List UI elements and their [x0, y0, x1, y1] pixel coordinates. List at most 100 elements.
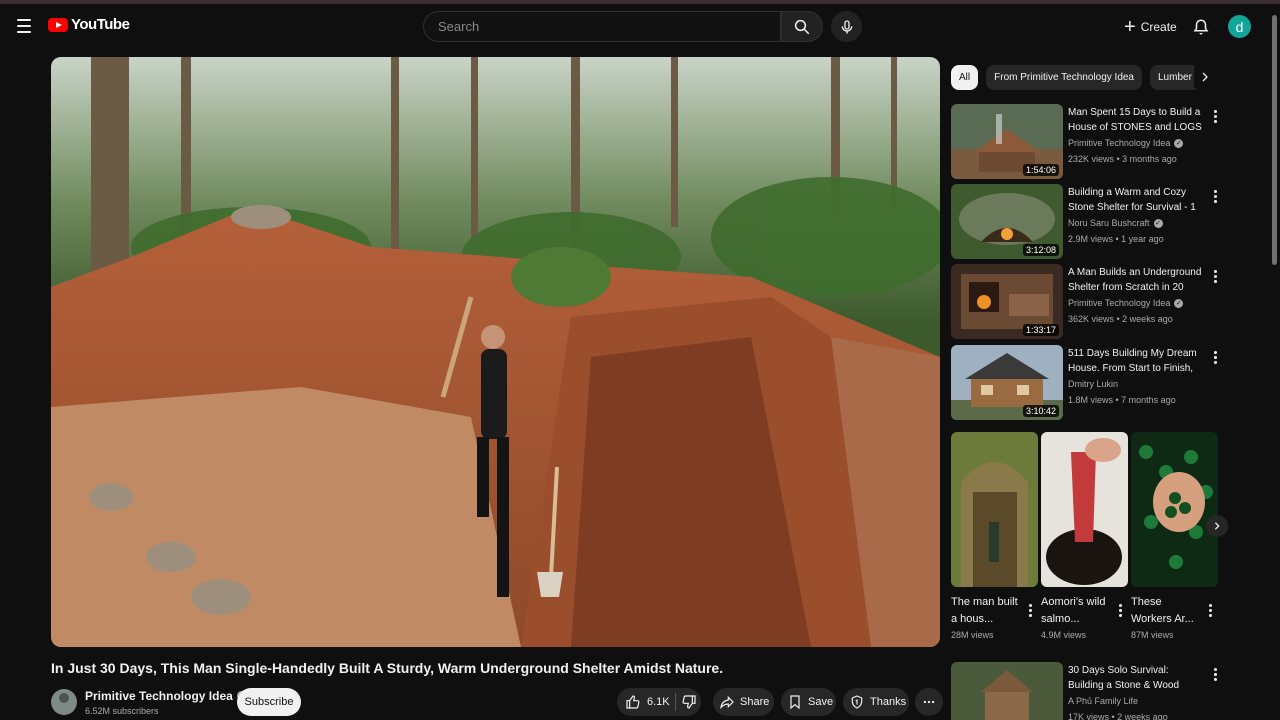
more-vertical-icon[interactable]: [1204, 602, 1216, 618]
youtube-play-icon: [48, 17, 68, 32]
search-icon: [794, 19, 810, 34]
short-item[interactable]: The man built a hous... 28M views: [951, 432, 1038, 640]
recommendation-channel: Primitive Technology Idea ✓: [1068, 298, 1184, 308]
recommendation-meta: 17K views • 2 weeks ago: [1068, 712, 1168, 720]
recommendation-channel: A Phủ Family Life: [1068, 696, 1138, 706]
recommendation-title: 30 Days Solo Survival: Building a Stone …: [1068, 665, 1180, 691]
more-vertical-icon[interactable]: [1208, 665, 1221, 683]
share-icon: [720, 695, 734, 710]
search-box: [423, 11, 781, 42]
duration-badge: 1:54:06: [1022, 164, 1059, 176]
masthead: YouTube + Create d: [0, 4, 1280, 50]
more-vertical-icon[interactable]: [1114, 602, 1126, 618]
more-horizontal-icon: [923, 700, 935, 704]
short-thumbnail: [951, 432, 1038, 587]
video-thumbnail: 1:33:17: [951, 264, 1063, 339]
create-label: Create: [1140, 20, 1177, 34]
share-label: Share: [740, 696, 770, 708]
channel-avatar[interactable]: [51, 689, 77, 715]
page-scrollbar[interactable]: [1272, 15, 1277, 265]
recommendation-title: Building a Warm and Cozy Stone Shelter f…: [1068, 187, 1196, 213]
channel-name: Primitive Technology Idea: [1068, 138, 1171, 148]
short-title: Aomori's wild salmo...: [1041, 596, 1106, 625]
recommendation-item[interactable]: 30 Days Solo Survival: Building a Stone …: [951, 662, 1221, 720]
recommendation-title: A Man Builds an Underground Shelter from…: [1068, 267, 1202, 293]
recommendation-item[interactable]: 1:33:17 A Man Builds an Underground Shel…: [951, 264, 1221, 340]
voice-search-button[interactable]: [831, 11, 862, 42]
search-input[interactable]: [438, 19, 780, 34]
channel-name: Dmitry Lukin: [1068, 379, 1119, 389]
notifications-button[interactable]: [1189, 15, 1213, 39]
short-title: These Workers Ar...: [1131, 596, 1194, 625]
recommendation-title: Man Spent 15 Days to Build a House of ST…: [1068, 107, 1202, 133]
channel-name: Noru Saru Bushcraft: [1068, 218, 1150, 228]
channel-name: Primitive Technology Idea: [1068, 298, 1171, 308]
more-vertical-icon[interactable]: [1208, 348, 1222, 366]
video-thumbnail: [951, 662, 1063, 720]
thanks-label: Thanks: [870, 696, 907, 708]
recommendation-meta: 232K views • 3 months ago: [1068, 154, 1177, 164]
short-item[interactable]: Aomori's wild salmo... 4.9M views: [1041, 432, 1128, 640]
related-chips: All From Primitive Technology Idea Lumbe…: [951, 64, 1219, 90]
recommendation-meta: 1.8M views • 7 months ago: [1068, 395, 1176, 405]
bookmark-icon: [790, 695, 800, 710]
more-vertical-icon[interactable]: [1208, 187, 1222, 205]
recommendation-meta: 2.9M views • 1 year ago: [1068, 234, 1164, 244]
more-actions-button[interactable]: [915, 688, 943, 716]
video-thumbnail: 1:54:06: [951, 104, 1063, 179]
duration-badge: 3:12:08: [1022, 244, 1059, 256]
chevron-right-icon: [1202, 72, 1208, 82]
recommendation-meta: 362K views • 2 weeks ago: [1068, 314, 1173, 324]
logo-text: YouTube: [71, 16, 130, 33]
duration-badge: 1:33:17: [1022, 324, 1059, 336]
subscriber-count: 6.52M subscribers: [85, 705, 159, 716]
more-vertical-icon[interactable]: [1208, 107, 1222, 125]
recommendation-channel: Noru Saru Bushcraft ✓: [1068, 218, 1163, 228]
recommendation-item[interactable]: 1:54:06 Man Spent 15 Days to Build a Hou…: [951, 104, 1221, 180]
search-button[interactable]: [781, 11, 823, 42]
guide-menu-button[interactable]: [12, 14, 36, 38]
channel-name-link[interactable]: Primitive Technology Idea ✓: [85, 689, 246, 703]
more-vertical-icon[interactable]: [1024, 602, 1036, 618]
verified-icon: ✓: [1153, 218, 1163, 228]
recommendation-title: 511 Days Building My Dream House. From S…: [1068, 348, 1197, 374]
duration-badge: 3:10:42: [1022, 405, 1059, 417]
video-frame: [51, 57, 940, 647]
channel-info: Primitive Technology Idea ✓ 6.52M subscr…: [85, 689, 246, 716]
short-views: 4.9M views: [1041, 630, 1087, 640]
recommendation-channel: Dmitry Lukin: [1068, 379, 1118, 389]
shorts-next-button[interactable]: [1206, 515, 1228, 537]
thumbs-down-icon: [682, 695, 696, 709]
create-button[interactable]: + Create: [1116, 12, 1189, 42]
chip-all[interactable]: All: [951, 64, 979, 90]
chevron-right-icon: [1214, 522, 1220, 530]
share-button[interactable]: Share: [713, 688, 774, 716]
subscribe-button[interactable]: Subscribe: [237, 688, 301, 716]
recommendation-item[interactable]: 3:10:42 511 Days Building My Dream House…: [951, 345, 1221, 421]
super-thanks-icon: [851, 695, 863, 709]
chip-lumber[interactable]: Lumber: [1150, 64, 1200, 90]
verified-icon: ✓: [1174, 138, 1184, 148]
short-item[interactable]: These Workers Ar... 87M views: [1131, 432, 1218, 640]
channel-name: Primitive Technology Idea: [85, 688, 233, 703]
account-avatar[interactable]: d: [1228, 15, 1251, 38]
chip-from-channel[interactable]: From Primitive Technology Idea: [986, 64, 1142, 90]
more-vertical-icon[interactable]: [1208, 267, 1222, 285]
recommendation-item[interactable]: 3:12:08 Building a Warm and Cozy Stone S…: [951, 184, 1221, 260]
video-title: In Just 30 Days, This Man Single-Handedl…: [51, 660, 724, 676]
short-thumbnail: [1041, 432, 1128, 587]
dislike-button[interactable]: [676, 688, 701, 716]
channel-owner: Primitive Technology Idea ✓ 6.52M subscr…: [51, 686, 246, 718]
short-title: The man built a hous...: [951, 596, 1018, 625]
short-views: 87M views: [1131, 630, 1174, 640]
verified-icon: ✓: [1174, 298, 1184, 308]
chips-next-button[interactable]: [1194, 66, 1216, 88]
youtube-logo[interactable]: YouTube: [48, 16, 130, 33]
thanks-button[interactable]: Thanks: [843, 688, 909, 716]
microphone-icon: [841, 19, 852, 34]
thumbs-up-icon: [626, 695, 640, 709]
like-button[interactable]: 6.1K: [617, 688, 675, 716]
video-player[interactable]: [51, 57, 940, 647]
like-count: 6.1K: [647, 696, 670, 708]
save-button[interactable]: Save: [781, 688, 836, 716]
